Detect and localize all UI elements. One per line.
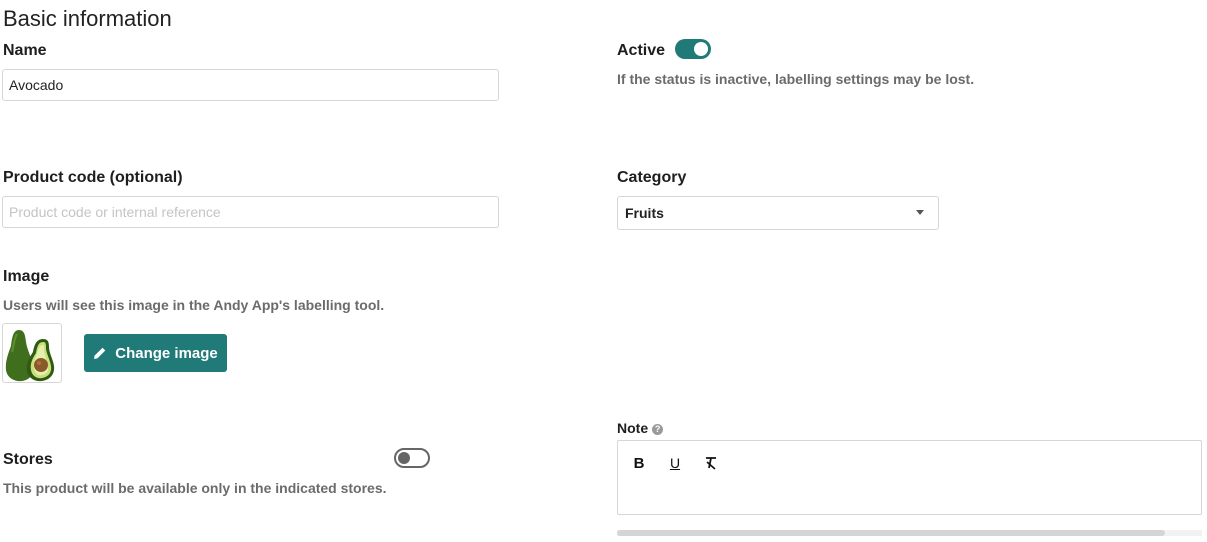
- note-scrollbar[interactable]: [617, 530, 1202, 536]
- note-scrollbar-thumb[interactable]: [617, 530, 1165, 536]
- category-select[interactable]: Fruits: [617, 196, 939, 230]
- bold-button[interactable]: B: [628, 453, 650, 473]
- category-selected-value: Fruits: [625, 205, 664, 221]
- note-label: Note: [617, 420, 649, 436]
- stores-label: Stores: [3, 451, 53, 468]
- stores-toggle[interactable]: [394, 448, 430, 468]
- image-help-text: Users will see this image in the Andy Ap…: [3, 297, 385, 313]
- name-label: Name: [3, 42, 47, 59]
- product-code-input[interactable]: [2, 196, 499, 228]
- name-input[interactable]: [2, 69, 499, 101]
- active-label: Active: [617, 42, 666, 59]
- product-code-label: Product code (optional): [3, 169, 183, 186]
- clear-format-icon: [706, 457, 716, 470]
- toggle-knob: [398, 452, 410, 464]
- pencil-icon: [94, 347, 106, 359]
- underline-button[interactable]: U: [664, 453, 686, 473]
- product-image-thumbnail: [2, 323, 62, 383]
- toggle-knob: [694, 42, 708, 56]
- help-icon[interactable]: ?: [652, 424, 664, 435]
- active-help-text: If the status is inactive, labelling set…: [617, 71, 975, 87]
- image-label: Image: [3, 268, 50, 285]
- change-image-button[interactable]: Change image: [84, 334, 227, 372]
- note-label-row: Note?: [617, 420, 664, 436]
- change-image-button-label: Change image: [115, 344, 218, 362]
- avocado-image: [5, 330, 55, 382]
- chevron-down-icon: [916, 210, 924, 215]
- stores-help-text: This product will be available only in t…: [3, 480, 387, 496]
- active-toggle[interactable]: [675, 39, 711, 59]
- note-editor[interactable]: B U: [617, 440, 1202, 515]
- section-title: Basic information: [3, 6, 172, 31]
- category-label: Category: [617, 169, 687, 186]
- clear-format-button[interactable]: [700, 453, 722, 473]
